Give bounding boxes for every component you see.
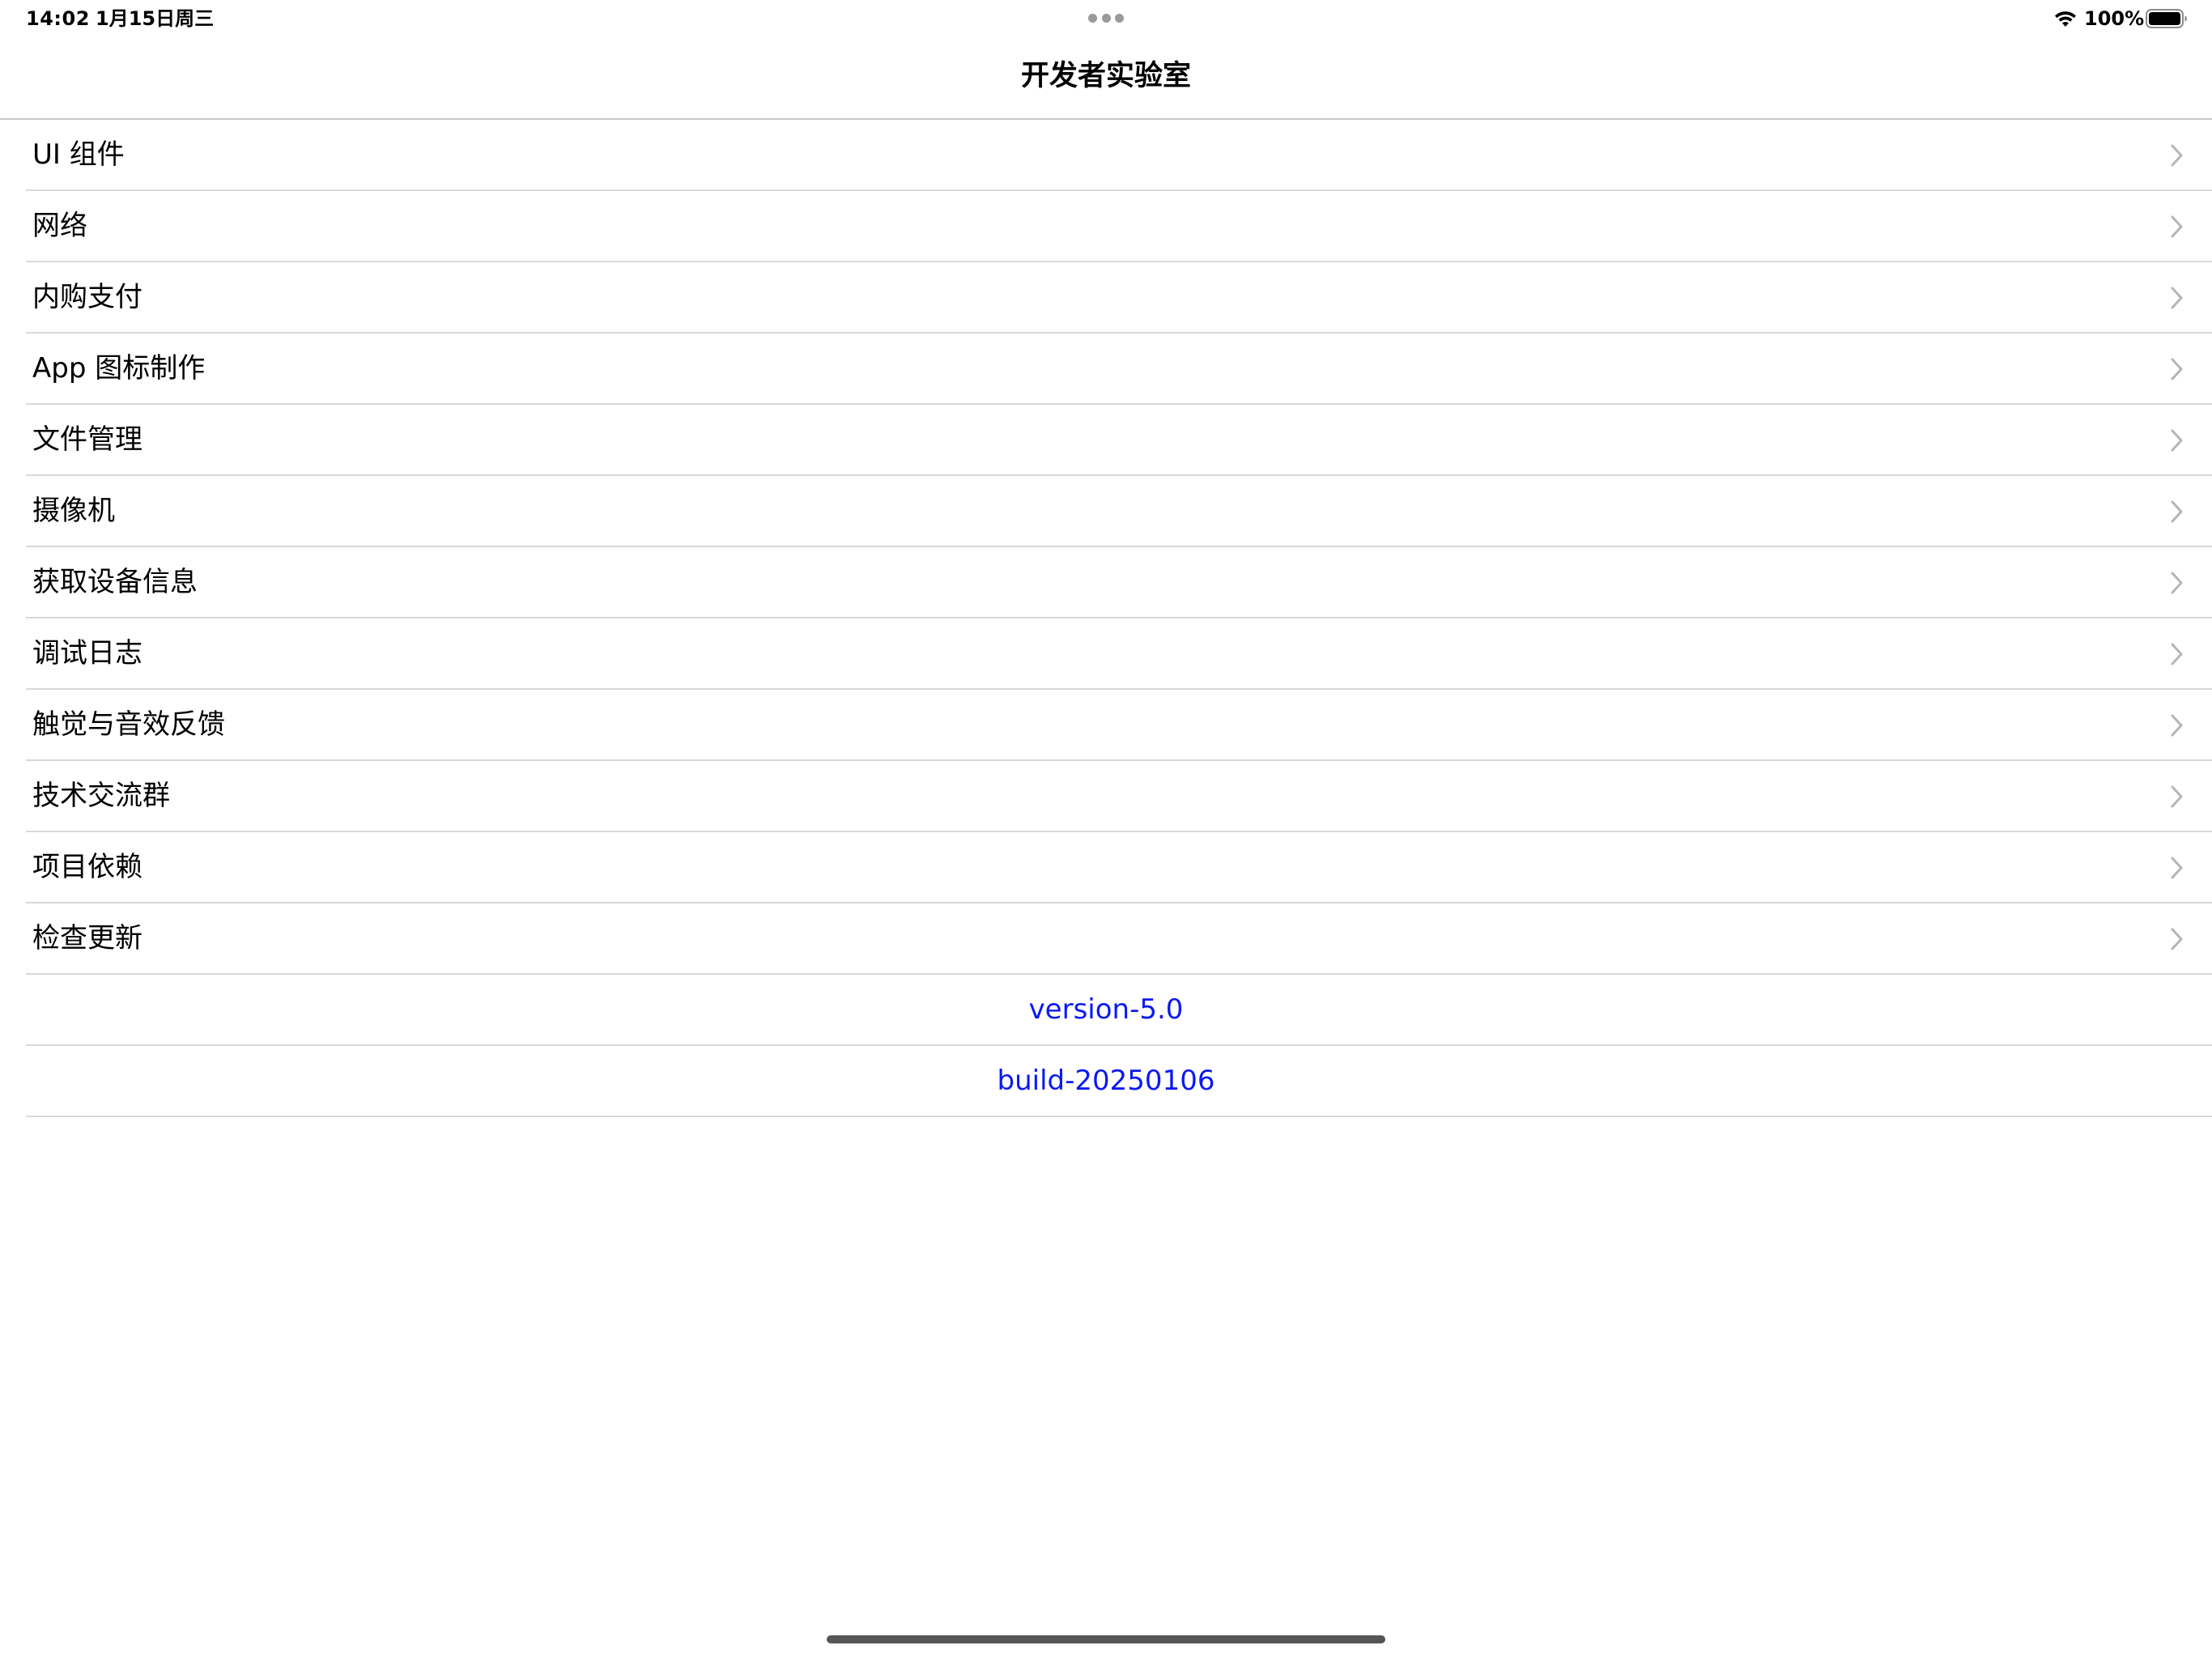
navigation-bar: 开发者实验室: [0, 39, 2212, 120]
menu-item-label: 文件管理: [32, 423, 143, 456]
status-time: 14:02: [26, 7, 90, 30]
status-bar: 14:02 1月15日周三 100%: [0, 0, 2212, 39]
status-date: 1月15日周三: [96, 7, 215, 30]
menu-list: UI 组件网络内购支付 App 图标制作 文件管理摄像机获取设备信息 调试日志触觉与音…: [0, 120, 2212, 1117]
version-label: version-5.0: [1028, 993, 1184, 1026]
dot: [1088, 14, 1097, 23]
dot: [1115, 14, 1124, 23]
chevron-right-icon: [2171, 500, 2183, 523]
chevron-right-icon: [2171, 928, 2183, 950]
app-screen: 14:02 1月15日周三 100% 开发者实验室 UI 组件网络内购支付 App…: [0, 0, 2212, 1658]
menu-item[interactable]: UI 组件: [0, 120, 2212, 191]
menu-item[interactable]: 技术交流群: [0, 761, 2212, 832]
chevron-right-icon: [2171, 572, 2183, 594]
menu-item-label: 摄像机: [32, 495, 115, 527]
menu-item-label: UI 组件: [32, 138, 125, 171]
chevron-right-icon: [2171, 857, 2183, 879]
menu-item-label: App 图标制作: [32, 352, 206, 385]
menu-item[interactable]: 检查更新: [0, 903, 2212, 975]
menu-item-label: 项目依赖: [32, 851, 143, 883]
menu-item[interactable]: 触觉与音效反馈: [0, 690, 2212, 761]
build-row: build-20250106: [0, 1046, 2212, 1117]
menu-item-label: 技术交流群: [32, 780, 170, 812]
chevron-right-icon: [2171, 714, 2183, 737]
dot: [1101, 14, 1111, 23]
chevron-right-icon: [2171, 144, 2183, 167]
battery-icon: [2146, 9, 2187, 28]
menu-item-label: 网络: [32, 210, 87, 242]
menu-item[interactable]: 文件管理: [0, 405, 2212, 476]
menu-item[interactable]: 获取设备信息: [0, 547, 2212, 619]
menu-item[interactable]: 项目依赖: [0, 832, 2212, 903]
menu-item-label: 内购支付: [32, 281, 143, 313]
wifi-icon: [2055, 11, 2076, 27]
menu-item-label: 获取设备信息: [32, 566, 198, 598]
chevron-right-icon: [2171, 643, 2183, 665]
build-label: build-20250106: [997, 1065, 1215, 1097]
battery-percent: 100%: [2084, 7, 2145, 30]
menu-item[interactable]: 调试日志: [0, 619, 2212, 690]
menu-item[interactable]: 网络: [0, 191, 2212, 262]
menu-item-label: 触觉与音效反馈: [32, 708, 225, 741]
page-title: 开发者实验室: [1020, 60, 1191, 92]
chevron-right-icon: [2171, 215, 2183, 238]
menu-item[interactable]: App 图标制作: [0, 334, 2212, 405]
chevron-right-icon: [2171, 287, 2183, 309]
chevron-right-icon: [2171, 429, 2183, 452]
home-indicator[interactable]: [827, 1635, 1385, 1643]
menu-item[interactable]: 摄像机: [0, 476, 2212, 547]
chevron-right-icon: [2171, 785, 2183, 808]
chevron-right-icon: [2171, 358, 2183, 380]
menu-item-label: 调试日志: [32, 637, 143, 670]
menu-item-label: 检查更新: [32, 922, 143, 954]
menu-item[interactable]: 内购支付: [0, 262, 2212, 334]
version-row: version-5.0: [0, 975, 2212, 1046]
multitasking-dots-icon[interactable]: [1088, 14, 1124, 23]
